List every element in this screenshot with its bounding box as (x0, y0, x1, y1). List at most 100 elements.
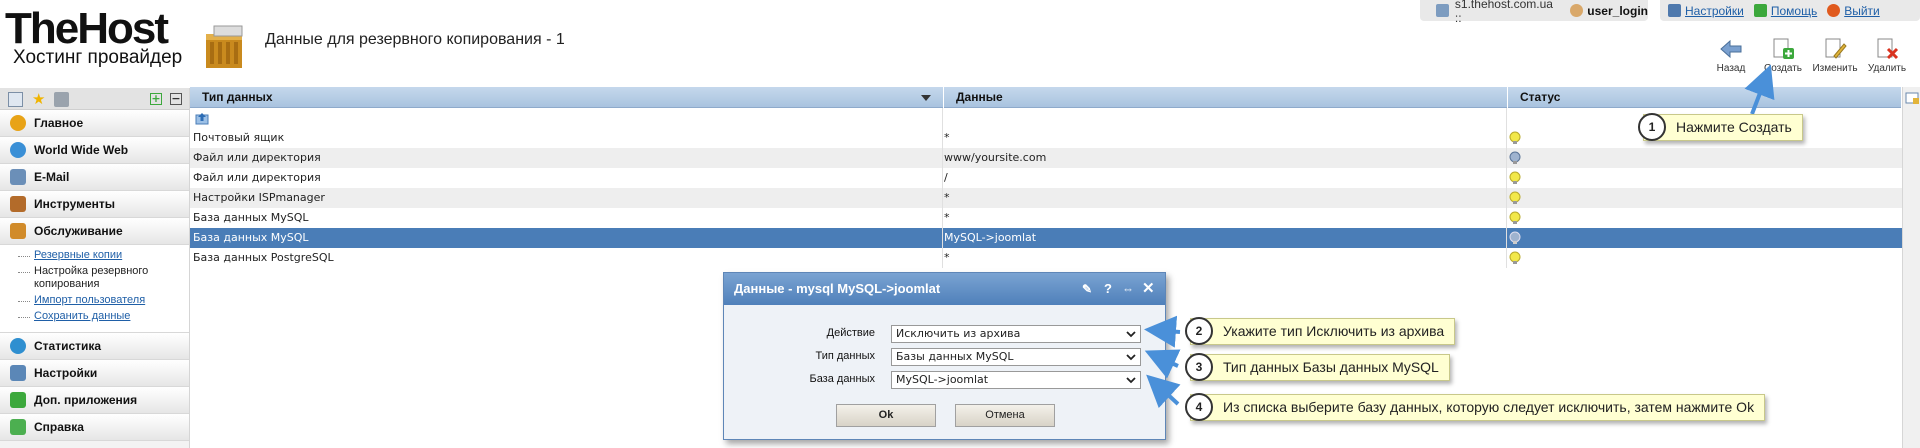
sidebar-item-www[interactable]: World Wide Web (0, 137, 189, 164)
column-settings-icon[interactable] (1905, 91, 1919, 105)
settings-icon (1668, 4, 1681, 17)
help-icon[interactable]: ? (1104, 282, 1118, 296)
resize-icon[interactable]: ⇔ (1122, 282, 1136, 296)
action-select[interactable]: Исключить из архива (891, 325, 1141, 343)
data-type-select[interactable]: Базы данных MySQL (891, 348, 1141, 366)
user-bar: s1.thehost.com.ua :: user_login Настройк… (1420, 0, 1920, 25)
home-icon (10, 115, 26, 131)
sidebar-item-apps[interactable]: Доп. приложения (0, 387, 189, 414)
stats-icon (10, 338, 26, 354)
up-folder-icon[interactable] (195, 111, 209, 125)
sidebar-item-help[interactable]: Справка (0, 414, 189, 441)
settings-link[interactable]: Настройки (1685, 4, 1744, 18)
sidebar-item-label: World Wide Web (34, 143, 129, 157)
user-login: user_login (1587, 3, 1648, 18)
back-button[interactable]: Назад (1705, 36, 1757, 74)
server-name: s1.thehost.com.ua :: (1454, 0, 1553, 25)
table-row[interactable]: База данных MySQL * (190, 208, 1920, 228)
dialog-header[interactable]: Данные - mysql MySQL->joomlat ✎ ? ⇔ ✕ (724, 273, 1165, 305)
help-icon (1753, 4, 1767, 17)
collapse-all-icon[interactable]: − (170, 93, 182, 105)
logout-link[interactable]: Выйти (1844, 4, 1880, 18)
pin-icon[interactable]: ✎ (1082, 282, 1096, 296)
callout-number: 1 (1638, 113, 1666, 141)
sidebar-item-main[interactable]: Главное (0, 110, 189, 137)
sidebar-item-email[interactable]: E-Mail (0, 164, 189, 191)
table-row[interactable]: Файл или директория www/yoursite.com (190, 148, 1920, 168)
dialog-buttons: Ok Отмена (724, 404, 1165, 429)
table-row[interactable]: Файл или директория / (190, 168, 1920, 188)
chevron-down-icon (1126, 377, 1136, 384)
database-select[interactable]: MySQL->joomlat (891, 371, 1141, 389)
cell-data: * (944, 251, 950, 264)
sidebar-item-label: Обслуживание (34, 224, 123, 238)
form-row-action: Действие Исключить из архива (724, 323, 1165, 346)
column-header-status[interactable]: Статус (1508, 87, 1902, 108)
sidebar-item-tools[interactable]: Инструменты (0, 191, 189, 218)
column-header-data[interactable]: Данные (944, 87, 1508, 108)
callout-number: 4 (1185, 393, 1213, 421)
create-button[interactable]: Создать (1757, 36, 1809, 74)
chevron-down-icon (1126, 354, 1136, 361)
settings-icon (10, 365, 26, 381)
form-row-data-type: Тип данных Базы данных MySQL (724, 346, 1165, 369)
status-bulb-off-icon (1509, 231, 1521, 244)
toolbar: Назад Создать Изменить Удалить (1705, 36, 1913, 74)
database-label: База данных (809, 373, 875, 385)
cell-data: / (944, 171, 948, 184)
sidebar-item-stats[interactable]: Статистика (0, 333, 189, 360)
column-header-type[interactable]: Тип данных (190, 87, 944, 108)
delete-label: Удалить (1867, 63, 1907, 74)
callout-text: Из списка выберите базу данных, которую … (1223, 399, 1755, 415)
sidebar-subitem-backups[interactable]: Резервные копии (18, 249, 189, 262)
edit-button[interactable]: Изменить (1809, 36, 1861, 74)
delete-button[interactable]: Удалить (1861, 36, 1913, 74)
table-header: Тип данных Данные Статус (190, 87, 1920, 108)
sidebar-item-label: E-Mail (34, 170, 70, 184)
cell-data: * (944, 191, 950, 204)
logo[interactable]: TheHost Хостинг провайдер (5, 4, 195, 68)
close-icon[interactable]: ✕ (1142, 281, 1156, 296)
data-type-label: Тип данных (815, 350, 876, 362)
callout-number: 3 (1185, 353, 1213, 381)
sort-arrow-icon (921, 95, 931, 101)
table-row[interactable]: Настройки ISPmanager * (190, 188, 1920, 208)
edit-label: Изменить (1812, 63, 1858, 74)
favorites-icon[interactable]: ★ (32, 92, 47, 107)
service-icon (10, 223, 26, 239)
dialog-form: Действие Исключить из архива Тип данных … (724, 305, 1165, 392)
sidebar-subitem-import-user[interactable]: Импорт пользователя (18, 294, 189, 307)
table-row-selected[interactable]: База данных MySQL MySQL->joomlat (190, 228, 1920, 248)
chevron-down-icon (1126, 331, 1136, 338)
sidebar-item-settings[interactable]: Настройки (0, 360, 189, 387)
sidebar-subitem-save-data[interactable]: Сохранить данные (18, 310, 189, 323)
sidebar-item-service[interactable]: Обслуживание (0, 218, 189, 245)
sidebar-item-label: Инструменты (34, 197, 116, 211)
edit-icon (1825, 38, 1847, 59)
cell-type: Файл или директория (193, 151, 321, 164)
status-bulb-on-icon (1509, 211, 1521, 224)
callout-step-3: 3 Тип данных Базы данных MySQL (1185, 353, 1450, 381)
cell-data: www/yoursite.com (944, 151, 1047, 164)
help-link[interactable]: Помощь (1771, 4, 1817, 18)
create-label: Создать (1763, 63, 1802, 74)
disk-icon[interactable] (54, 92, 69, 107)
cell-data: * (944, 131, 950, 144)
table-scrollbar[interactable] (1902, 87, 1920, 448)
sidebar-subitem-backup-settings[interactable]: Настройка резервного копирования (18, 265, 189, 291)
cell-type: База данных MySQL (193, 231, 309, 244)
cancel-button[interactable]: Отмена (955, 404, 1055, 427)
logo-main-text: TheHost (5, 4, 169, 53)
cell-type: Настройки ISPmanager (193, 191, 325, 204)
callout-text: Укажите тип Исключить из архива (1223, 323, 1445, 339)
sidebar-item-label: Главное (34, 116, 84, 130)
action-label: Действие (826, 327, 875, 339)
expand-all-icon[interactable]: + (150, 93, 162, 105)
delete-icon (1877, 38, 1899, 60)
callout-step-2: 2 Укажите тип Исключить из архива (1185, 317, 1456, 345)
table-row[interactable]: База данных PostgreSQL * (190, 248, 1920, 268)
column-divider (1506, 108, 1507, 268)
back-label: Назад (1716, 63, 1746, 74)
list-view-icon[interactable] (8, 92, 23, 107)
ok-button[interactable]: Ok (836, 404, 936, 427)
